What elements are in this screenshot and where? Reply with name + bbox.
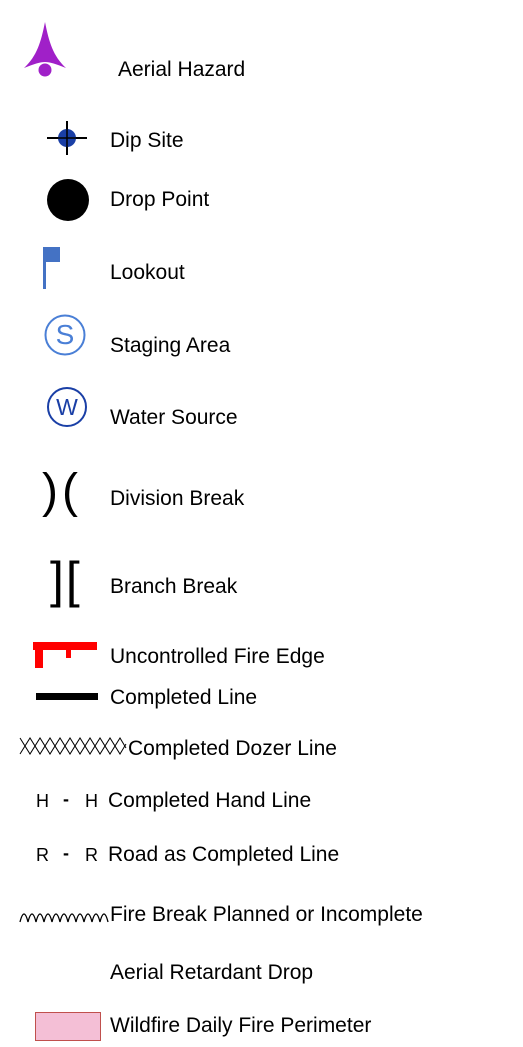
- road-line-icon-letter-right: R: [85, 845, 98, 865]
- road-line-icon-dash: -: [63, 843, 69, 863]
- legend-label-branch-break: Branch Break: [110, 575, 238, 598]
- legend-label-uncontrolled-fire-edge: Uncontrolled Fire Edge: [110, 645, 325, 668]
- completed-line-icon: [36, 693, 98, 700]
- hand-line-icon-letter-left: H: [36, 791, 49, 811]
- legend-label-aerial-retardant-drop: Aerial Retardant Drop: [110, 961, 314, 984]
- legend-label-wildfire-daily-fire-perimeter: Wildfire Daily Fire Perimeter: [110, 1014, 372, 1037]
- svg-text:W: W: [56, 394, 78, 420]
- legend-label-dip-site: Dip Site: [110, 129, 184, 152]
- legend-label-aerial-hazard: Aerial Hazard: [118, 58, 246, 81]
- branch-break-icon: ][: [50, 552, 82, 608]
- hand-line-icon-dash: -: [63, 789, 69, 809]
- legend-label-drop-point: Drop Point: [110, 188, 210, 211]
- road-line-icon-letter-left: R: [36, 845, 49, 865]
- fire-break-planned-icon: [19, 913, 109, 923]
- uncontrolled-fire-edge-icon: [33, 642, 97, 668]
- aerial-retardant-drop-icon: [36, 960, 96, 980]
- lookout-flag-icon: [43, 247, 60, 289]
- legend-label-completed-line: Completed Line: [110, 686, 258, 709]
- division-break-icon: )(: [42, 465, 82, 518]
- svg-text:S: S: [56, 319, 75, 350]
- legend-label-fire-break-planned: Fire Break Planned or Incomplete: [110, 903, 423, 926]
- legend-label-lookout: Lookout: [110, 261, 185, 284]
- legend-label-water-source: Water Source: [110, 406, 238, 429]
- aerial-hazard-icon: [24, 22, 66, 77]
- water-source-icon: W: [47, 387, 87, 427]
- legend-label-road-as-completed-line: Road as Completed Line: [108, 843, 340, 866]
- legend-label-completed-hand-line: Completed Hand Line: [108, 789, 312, 812]
- legend-label-staging-area: Staging Area: [110, 334, 231, 357]
- dozer-line-icon: [19, 737, 127, 755]
- drop-point-icon: [47, 179, 89, 221]
- dip-site-crosshair-icon: [47, 121, 87, 155]
- hand-line-icon-letter-right: H: [85, 791, 98, 811]
- legend-label-division-break: Division Break: [110, 487, 245, 510]
- legend-label-completed-dozer-line: Completed Dozer Line: [128, 737, 337, 760]
- fire-perimeter-swatch-icon: [35, 1012, 101, 1041]
- staging-area-icon: S: [44, 314, 86, 356]
